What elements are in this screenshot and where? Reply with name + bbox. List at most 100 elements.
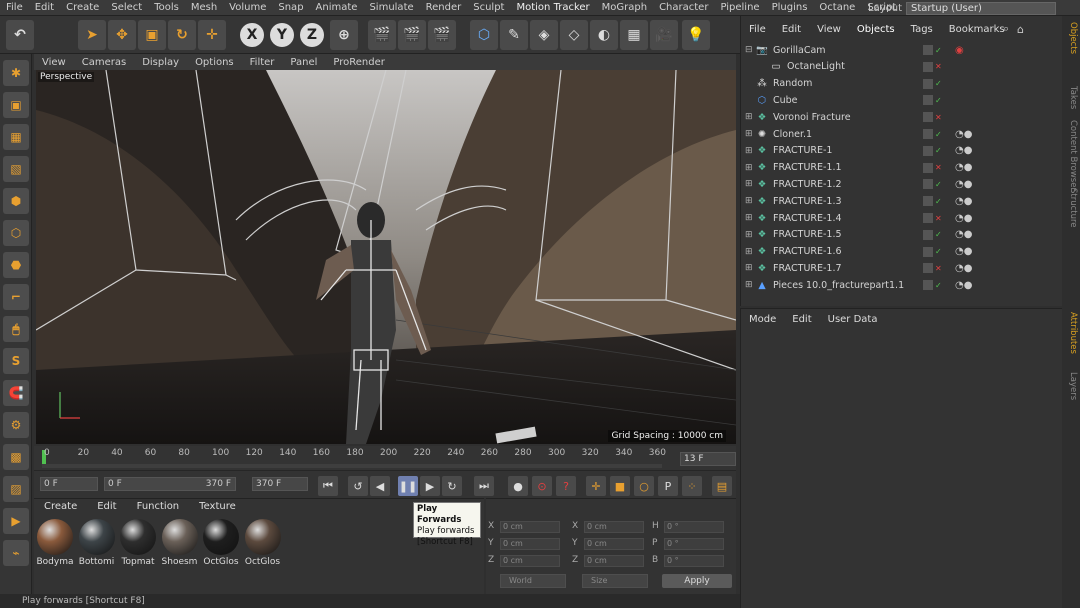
expand-icon[interactable]: ⊞ xyxy=(745,263,755,273)
z-axis-icon[interactable]: Z xyxy=(300,23,324,47)
object-tags[interactable]: ◔● xyxy=(955,246,972,257)
live-select-icon[interactable]: ➤ xyxy=(78,20,106,50)
home-icon[interactable]: ⌂ xyxy=(1017,23,1024,36)
expand-icon[interactable]: ⊞ xyxy=(745,247,755,257)
enable-axis-icon[interactable]: ⚙ xyxy=(3,412,29,438)
viewport-menu-options[interactable]: Options xyxy=(187,57,242,68)
object-row[interactable]: ▭ OctaneLight ✕ xyxy=(745,59,1053,75)
material-swatch[interactable]: Topmat xyxy=(119,519,157,571)
viewport-menu-filter[interactable]: Filter xyxy=(242,57,283,68)
scale-icon[interactable]: ▣ xyxy=(138,20,166,50)
pla-key-icon[interactable]: ⁘ xyxy=(682,476,702,496)
camera-icon[interactable]: 🎥 xyxy=(650,20,678,50)
layer-checkbox[interactable] xyxy=(923,95,933,106)
visibility-check-icon[interactable]: ✓ xyxy=(935,79,942,88)
visibility-check-icon[interactable]: ✕ xyxy=(935,214,942,223)
world-coord-icon[interactable]: ⊕ xyxy=(330,20,358,50)
tweak-mode-icon[interactable]: 🖱 xyxy=(3,316,29,342)
menu-create[interactable]: Create xyxy=(60,2,105,13)
layer-checkbox[interactable] xyxy=(923,196,933,207)
parameter-key-icon[interactable]: P xyxy=(658,476,678,496)
coord-field[interactable]: 0 cm xyxy=(500,555,560,567)
object-row[interactable]: ⊞ ❖ FRACTURE-1.5 ✓ ◔● xyxy=(745,227,1053,243)
edges-mode-icon[interactable]: ⬡ xyxy=(3,220,29,246)
menu-volume[interactable]: Volume xyxy=(223,2,272,13)
subdivision-icon[interactable]: ◈ xyxy=(530,20,558,50)
layer-checkbox[interactable] xyxy=(923,179,933,190)
menu-edit[interactable]: Edit xyxy=(29,2,60,13)
viewport-menu-prorender[interactable]: ProRender xyxy=(325,57,392,68)
material-menu-edit[interactable]: Edit xyxy=(87,501,126,517)
expand-icon[interactable]: ⊞ xyxy=(745,163,755,173)
go-to-previous-key-icon[interactable]: ↺ xyxy=(348,476,368,496)
object-menu-tags[interactable]: Tags xyxy=(903,24,941,35)
coord-field[interactable]: 0 cm xyxy=(584,555,644,567)
perspective-viewport[interactable]: Perspective Grid Spacing : 10000 cm xyxy=(36,70,736,444)
coord-field[interactable]: 0 ° xyxy=(664,521,724,533)
play-forwards-button[interactable]: ❚❚ xyxy=(398,476,418,496)
undo-icon[interactable]: ↶ xyxy=(6,20,34,50)
dock-tab-attributes[interactable]: Attributes xyxy=(1064,312,1078,354)
object-tags[interactable]: ◔● xyxy=(955,280,972,291)
keyframe-selection-icon[interactable]: ? xyxy=(556,476,576,496)
attributes-menu-user-data[interactable]: User Data xyxy=(820,314,886,325)
object-row[interactable]: ⊞ ❖ FRACTURE-1.1 ✕ ◔● xyxy=(745,160,1053,176)
object-row[interactable]: ⁂ Random ✓ xyxy=(745,76,1053,92)
object-tags[interactable]: ◔● xyxy=(955,213,972,224)
dock-tab-objects[interactable]: Objects xyxy=(1064,22,1078,54)
menu-plugins[interactable]: Plugins xyxy=(766,2,814,13)
expand-icon[interactable]: ⊞ xyxy=(745,179,755,189)
coord-field[interactable]: 0 cm xyxy=(584,521,644,533)
object-menu-objects[interactable]: Objects xyxy=(849,24,903,35)
viewport-menu-panel[interactable]: Panel xyxy=(282,57,325,68)
end-frame-field[interactable]: 370 F xyxy=(252,477,308,491)
visibility-check-icon[interactable]: ✓ xyxy=(935,130,942,139)
object-row[interactable]: ⊞ ❖ FRACTURE-1.3 ✓ ◔● xyxy=(745,193,1053,209)
expand-icon[interactable]: ⊞ xyxy=(745,146,755,156)
go-to-start-icon[interactable]: ⏮ xyxy=(318,476,338,496)
record-keys-icon[interactable]: ● xyxy=(508,476,528,496)
cube-icon[interactable]: ⬡ xyxy=(470,20,498,50)
expand-icon[interactable]: ⊞ xyxy=(745,213,755,223)
autokeying-icon[interactable]: ⊙ xyxy=(532,476,552,496)
timeline-window-icon[interactable]: ▤ xyxy=(712,476,732,496)
rotate-icon[interactable]: ↻ xyxy=(168,20,196,50)
layer-checkbox[interactable] xyxy=(923,263,933,274)
go-to-end-icon[interactable]: ⏭ xyxy=(474,476,494,496)
object-menu-bookmarks[interactable]: Bookmarks xyxy=(941,24,1013,35)
object-tags[interactable]: ◔● xyxy=(955,229,972,240)
visibility-check-icon[interactable]: ✕ xyxy=(935,163,942,172)
start-frame-field[interactable]: 0 F xyxy=(40,477,98,491)
object-tags[interactable]: ◔● xyxy=(955,196,972,207)
render-picture-queue-icon[interactable]: 🎬 xyxy=(398,20,426,50)
object-row[interactable]: ⊞ ❖ Voronoi Fracture ✕ xyxy=(745,109,1053,125)
object-tags[interactable]: ◔● xyxy=(955,145,972,156)
visibility-check-icon[interactable]: ✓ xyxy=(935,230,942,239)
magnet-icon[interactable]: 🧲 xyxy=(3,380,29,406)
menu-motion-tracker[interactable]: Motion Tracker xyxy=(510,2,595,13)
workplane-grid-icon[interactable]: ▩ xyxy=(3,444,29,470)
array-icon[interactable]: ◇ xyxy=(560,20,588,50)
visibility-check-icon[interactable]: ✕ xyxy=(935,264,942,273)
object-menu-file[interactable]: File xyxy=(741,24,774,35)
visibility-check-icon[interactable]: ✕ xyxy=(935,113,942,122)
dock-tab-structure[interactable]: Structure xyxy=(1064,188,1078,228)
dock-tab-layers[interactable]: Layers xyxy=(1064,372,1078,400)
light-icon[interactable]: 💡 xyxy=(682,20,710,50)
preview-range-slider[interactable]: 0 F 370 F xyxy=(104,477,236,491)
layer-checkbox[interactable] xyxy=(923,280,933,291)
current-frame-field[interactable]: 13 F xyxy=(680,452,736,466)
visibility-check-icon[interactable]: ✓ xyxy=(935,146,942,155)
menu-select[interactable]: Select xyxy=(105,2,148,13)
floor-icon[interactable]: ▦ xyxy=(620,20,648,50)
search-icon[interactable]: ⌕ xyxy=(1003,22,1009,36)
apply-button[interactable]: Apply xyxy=(662,574,732,588)
material-swatch[interactable]: OctGlos xyxy=(202,519,240,571)
transform-icon[interactable]: ✛ xyxy=(198,20,226,50)
layer-checkbox[interactable] xyxy=(923,78,933,89)
dock-tab-takes[interactable]: Takes xyxy=(1064,86,1078,109)
object-row[interactable]: ⊟ 📷 GorillaCam ✓ ◉ xyxy=(745,42,1053,58)
layer-checkbox[interactable] xyxy=(923,246,933,257)
go-to-next-key-icon[interactable]: ↻ xyxy=(442,476,462,496)
menu-character[interactable]: Character xyxy=(653,2,714,13)
